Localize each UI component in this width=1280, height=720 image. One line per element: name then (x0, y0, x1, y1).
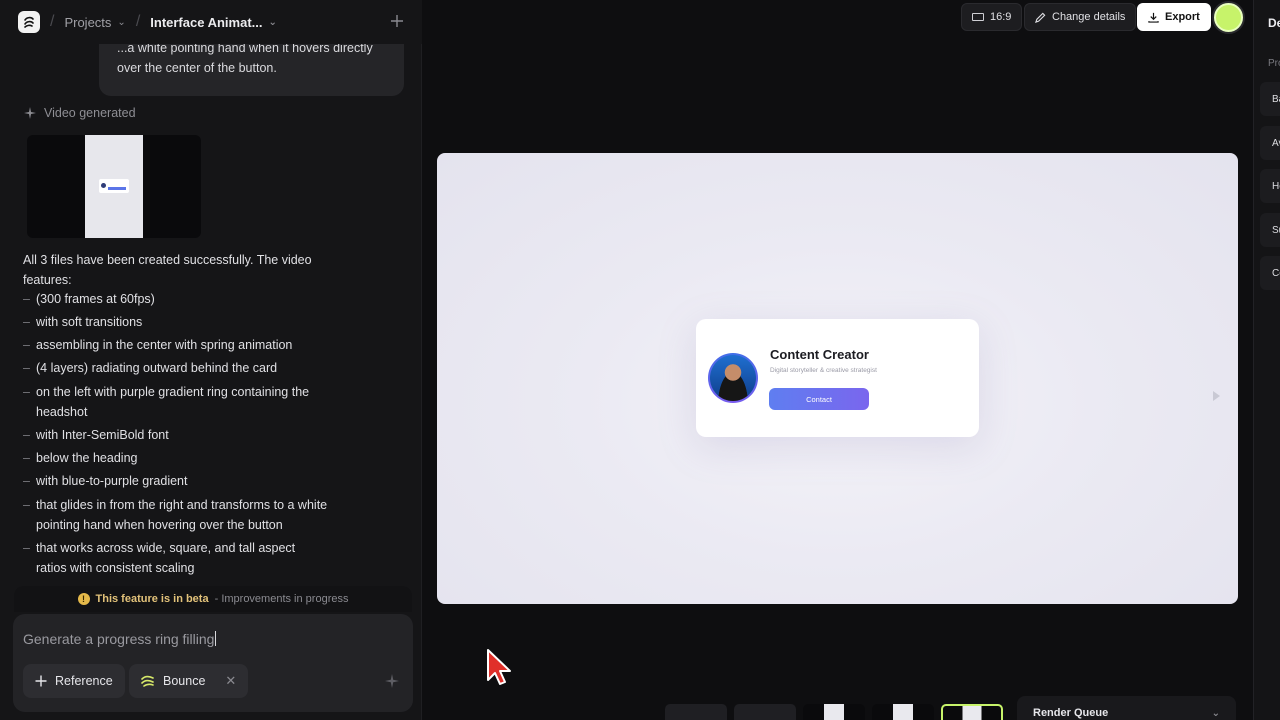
beta-notice-strong: This feature is in beta (95, 593, 209, 605)
contact-button[interactable]: Contact (769, 388, 869, 410)
project-name: Interface Animat... (150, 14, 263, 30)
headshot-image (710, 355, 756, 401)
feature-item: – that works across wide, square, and tal… (23, 541, 296, 575)
user-avatar[interactable] (1214, 3, 1243, 32)
feature-item: – with blue-to-purple gradient (23, 474, 188, 488)
render-queue-label: Render Queue (1033, 707, 1109, 719)
timeline-frame[interactable] (803, 704, 865, 720)
beta-notice: ! This feature is in beta - Improvements… (14, 586, 412, 612)
export-button[interactable]: Export (1137, 3, 1211, 31)
download-icon (1148, 12, 1159, 23)
card-title: Content Creator (770, 347, 869, 362)
details-item[interactable]: Av (1260, 126, 1280, 160)
details-item[interactable]: Ba (1260, 82, 1280, 116)
render-queue-dropdown[interactable]: Render Queue ⌄ (1017, 696, 1236, 720)
prompt-input[interactable]: Generate a progress ring filling (23, 631, 217, 647)
feature-item: – that glides in from the right and trans… (23, 498, 328, 532)
feature-item: – with soft transitions (23, 315, 143, 329)
change-details-label: Change details (1052, 11, 1126, 23)
thumbnail-card (99, 179, 129, 193)
breadcrumb-separator: / (50, 13, 55, 30)
aspect-ratio-button[interactable]: 16:9 (961, 3, 1023, 31)
aspect-ratio-icon (972, 13, 984, 21)
chevron-down-icon: ⌄ (268, 16, 277, 28)
timeline-frame[interactable] (872, 704, 934, 720)
logo-icon (24, 16, 34, 28)
feature-item: – assembling in the center with spring an… (23, 338, 293, 352)
feature-item: – with Inter-SemiBold font (23, 428, 169, 442)
new-chat-button[interactable] (390, 12, 404, 32)
feature-item: – (300 frames at 60fps) (23, 292, 155, 306)
video-generated-label: Video generated (24, 106, 136, 120)
details-title: De (1268, 16, 1280, 30)
feature-item: – below the heading (23, 451, 138, 465)
plus-icon (391, 15, 403, 27)
text-caret (215, 631, 217, 646)
user-message: ...a white pointing hand when it hovers … (99, 44, 404, 96)
preview-canvas[interactable]: Content Creator Digital storyteller & cr… (437, 153, 1238, 604)
user-message-text: ...a white pointing hand when it hovers … (117, 44, 373, 75)
details-item[interactable]: Co (1260, 256, 1280, 290)
prompt-composer: Generate a progress ring filling Referen… (13, 614, 413, 712)
prompt-input-value: Generate a progress ring filling (23, 631, 215, 647)
thumbnail-frame (85, 135, 143, 238)
bounce-icon (141, 675, 154, 687)
reference-label: Reference (55, 674, 113, 688)
style-chip-bounce[interactable]: Bounce ✕ (129, 664, 249, 698)
breadcrumb-project[interactable]: Interface Animat... ⌄ (150, 15, 277, 30)
style-chip-label: Bounce (163, 674, 206, 688)
export-label: Export (1165, 11, 1200, 23)
video-generated-text: Video generated (44, 106, 136, 120)
mouse-cursor-icon (487, 649, 511, 685)
reference-button[interactable]: Reference (23, 664, 125, 698)
timeline-frame[interactable] (734, 704, 796, 720)
timeline-frame-selected[interactable] (941, 704, 1003, 720)
breadcrumb-projects[interactable]: Projects ⌄ (64, 15, 125, 30)
details-section-label: Pro (1268, 58, 1280, 69)
profile-card: Content Creator Digital storyteller & cr… (696, 319, 979, 437)
remove-chip-icon[interactable]: ✕ (225, 673, 236, 689)
headshot-avatar (708, 353, 758, 403)
plus-icon (35, 675, 47, 687)
enhance-prompt-button[interactable] (385, 674, 399, 691)
breadcrumb-projects-label: Projects (64, 14, 112, 30)
chevron-down-icon: ⌄ (117, 16, 126, 28)
beta-notice-rest: - Improvements in progress (214, 593, 349, 605)
chevron-down-icon: ⌄ (1211, 707, 1220, 719)
pointer-arrow-icon (1213, 391, 1220, 401)
top-bar: / Projects ⌄ / Interface Animat... ⌄ (0, 0, 422, 44)
details-panel: De Pro Ba Av He Su Co (1253, 0, 1280, 720)
details-item[interactable]: He (1260, 169, 1280, 203)
assistant-summary: All 3 files have been created successful… (23, 253, 312, 287)
sparkle-icon (385, 674, 399, 688)
breadcrumb-separator: / (135, 13, 141, 30)
pencil-icon (1035, 12, 1046, 23)
change-details-button[interactable]: Change details (1024, 3, 1137, 31)
feature-item: – on the left with purple gradient ring c… (23, 385, 310, 419)
details-item[interactable]: Su (1260, 213, 1280, 247)
chat-history[interactable]: ...a white pointing hand when it hovers … (0, 44, 422, 584)
card-subtitle: Digital storyteller & creative strategis… (770, 367, 877, 374)
timeline-frame[interactable] (665, 704, 727, 720)
video-thumbnail[interactable] (27, 135, 201, 238)
app-logo[interactable] (18, 11, 40, 33)
feature-item: – (4 layers) radiating outward behind the… (23, 361, 278, 375)
chat-panel: / Projects ⌄ / Interface Animat... ⌄ ...… (0, 0, 422, 720)
info-icon: ! (77, 593, 90, 605)
sparkle-icon (24, 107, 36, 119)
aspect-ratio-label: 16:9 (990, 11, 1012, 23)
